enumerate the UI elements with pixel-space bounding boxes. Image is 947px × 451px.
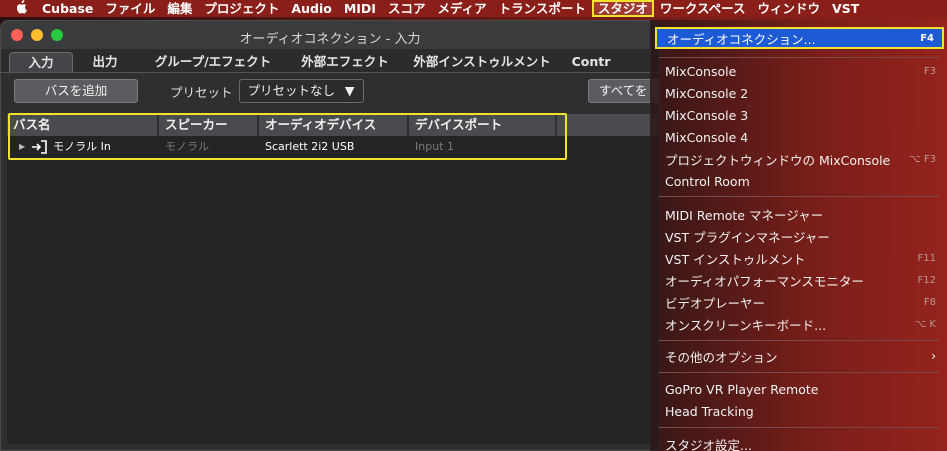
menu-item-head-tracking[interactable]: Head Tracking bbox=[655, 400, 944, 422]
menu-item-control-room[interactable]: Control Room bbox=[655, 170, 944, 192]
device-port-cell[interactable]: Input 1 bbox=[409, 136, 557, 158]
toolbar: バスを追加 プリセット プリセットなし ▼ すべてを bbox=[1, 73, 659, 109]
menu-item-video-player[interactable]: ビデオプレーヤー F8 bbox=[655, 291, 944, 313]
menu-item-onscreen-keyboard[interactable]: オンスクリーンキーボード... ⌥ K bbox=[655, 313, 944, 335]
tab-bar: 入力 出力 グループ/エフェクト 外部エフェクト 外部インストゥルメント Con… bbox=[1, 49, 659, 73]
audio-connections-window: オーディオコネクション - 入力 入力 出力 グループ/エフェクト 外部エフェク… bbox=[0, 20, 660, 451]
menu-item-studio-setup[interactable]: スタジオ設定... bbox=[655, 433, 944, 451]
menu-item-more-options[interactable]: その他のオプション › bbox=[655, 345, 944, 367]
menu-midi[interactable]: MIDI bbox=[338, 0, 382, 17]
expand-arrow-icon[interactable]: ▶ bbox=[19, 136, 25, 158]
tab-inputs[interactable]: 入力 bbox=[9, 52, 73, 72]
separator bbox=[659, 340, 940, 341]
menu-file[interactable]: ファイル bbox=[99, 0, 161, 17]
table-row[interactable]: ▶ モノラル In モノラル Scarlett 2i2 USB Input 1 bbox=[7, 136, 657, 158]
column-speaker[interactable]: スピーカー bbox=[159, 114, 259, 136]
menu-studio[interactable]: スタジオ bbox=[591, 0, 654, 17]
studio-menu: オーディオコネクション... F4 MixConsole F3 MixConso… bbox=[650, 20, 947, 451]
menu-bar: Cubase ファイル 編集 プロジェクト Audio MIDI スコア メディ… bbox=[0, 0, 947, 17]
menu-score[interactable]: スコア bbox=[382, 0, 432, 17]
column-device-port[interactable]: デバイスポート bbox=[409, 114, 557, 136]
preset-value: プリセットなし bbox=[247, 83, 336, 98]
menu-cubase[interactable]: Cubase bbox=[36, 0, 99, 17]
title-bar: オーディオコネクション - 入力 bbox=[1, 21, 659, 49]
menu-workspace[interactable]: ワークスペース bbox=[654, 0, 752, 17]
menu-transport[interactable]: トランスポート bbox=[493, 0, 592, 17]
menu-vst[interactable]: VST bbox=[826, 0, 865, 17]
tab-outputs[interactable]: 出力 bbox=[73, 52, 137, 72]
tab-external-fx[interactable]: 外部エフェクト bbox=[289, 52, 401, 72]
menu-edit[interactable]: 編集 bbox=[161, 0, 198, 17]
bus-name: モノラル In bbox=[53, 140, 111, 153]
menu-item-mixconsole-2[interactable]: MixConsole 2 bbox=[655, 82, 944, 104]
menu-item-mixconsole-4[interactable]: MixConsole 4 bbox=[655, 126, 944, 148]
menu-item-vst-instruments[interactable]: VST インストゥルメント F11 bbox=[655, 247, 944, 269]
tab-external-instruments[interactable]: 外部インストゥルメント bbox=[401, 52, 563, 72]
menu-audio[interactable]: Audio bbox=[285, 0, 337, 17]
chevron-down-icon: ▼ bbox=[344, 83, 355, 98]
chevron-right-icon: › bbox=[931, 349, 936, 363]
separator bbox=[659, 57, 940, 58]
menu-item-midi-remote-manager[interactable]: MIDI Remote マネージャー bbox=[655, 203, 944, 225]
bus-table: バス名 スピーカー オーディオデバイス デバイスポート ▶ モノラル In モノ… bbox=[7, 114, 657, 444]
tab-control-room[interactable]: Contr bbox=[563, 52, 619, 72]
menu-item-vst-plugin-manager[interactable]: VST プラグインマネージャー bbox=[655, 225, 944, 247]
column-bus-name[interactable]: バス名 bbox=[7, 114, 159, 136]
preset-label: プリセット bbox=[170, 84, 233, 100]
menu-window[interactable]: ウィンドウ bbox=[752, 0, 827, 17]
audio-device-cell[interactable]: Scarlett 2i2 USB bbox=[259, 136, 409, 158]
separator bbox=[659, 196, 940, 197]
column-audio-device[interactable]: オーディオデバイス bbox=[259, 114, 409, 136]
window-title: オーディオコネクション - 入力 bbox=[239, 32, 421, 47]
menu-item-project-mixconsole[interactable]: プロジェクトウィンドウの MixConsole ⌥ F3 bbox=[655, 148, 944, 170]
menu-item-audio-connections[interactable]: オーディオコネクション... F4 bbox=[655, 27, 944, 49]
separator bbox=[659, 427, 940, 428]
input-bus-icon bbox=[31, 140, 47, 154]
speaker-cell[interactable]: モノラル bbox=[159, 136, 259, 158]
separator bbox=[659, 372, 940, 373]
preset-select[interactable]: プリセットなし ▼ bbox=[238, 79, 364, 103]
add-bus-button[interactable]: バスを追加 bbox=[14, 79, 138, 103]
menu-item-audio-performance[interactable]: オーディオパフォーマンスモニター F12 bbox=[655, 269, 944, 291]
apple-icon[interactable] bbox=[6, 0, 36, 18]
menu-project[interactable]: プロジェクト bbox=[198, 0, 285, 17]
menu-item-gopro-vr[interactable]: GoPro VR Player Remote bbox=[655, 378, 944, 400]
menu-media[interactable]: メディア bbox=[431, 0, 492, 17]
table-header: バス名 スピーカー オーディオデバイス デバイスポート bbox=[7, 114, 657, 136]
menu-item-mixconsole-3[interactable]: MixConsole 3 bbox=[655, 104, 944, 126]
tab-group-fx[interactable]: グループ/エフェクト bbox=[137, 52, 289, 72]
menu-item-mixconsole[interactable]: MixConsole F3 bbox=[655, 60, 944, 82]
